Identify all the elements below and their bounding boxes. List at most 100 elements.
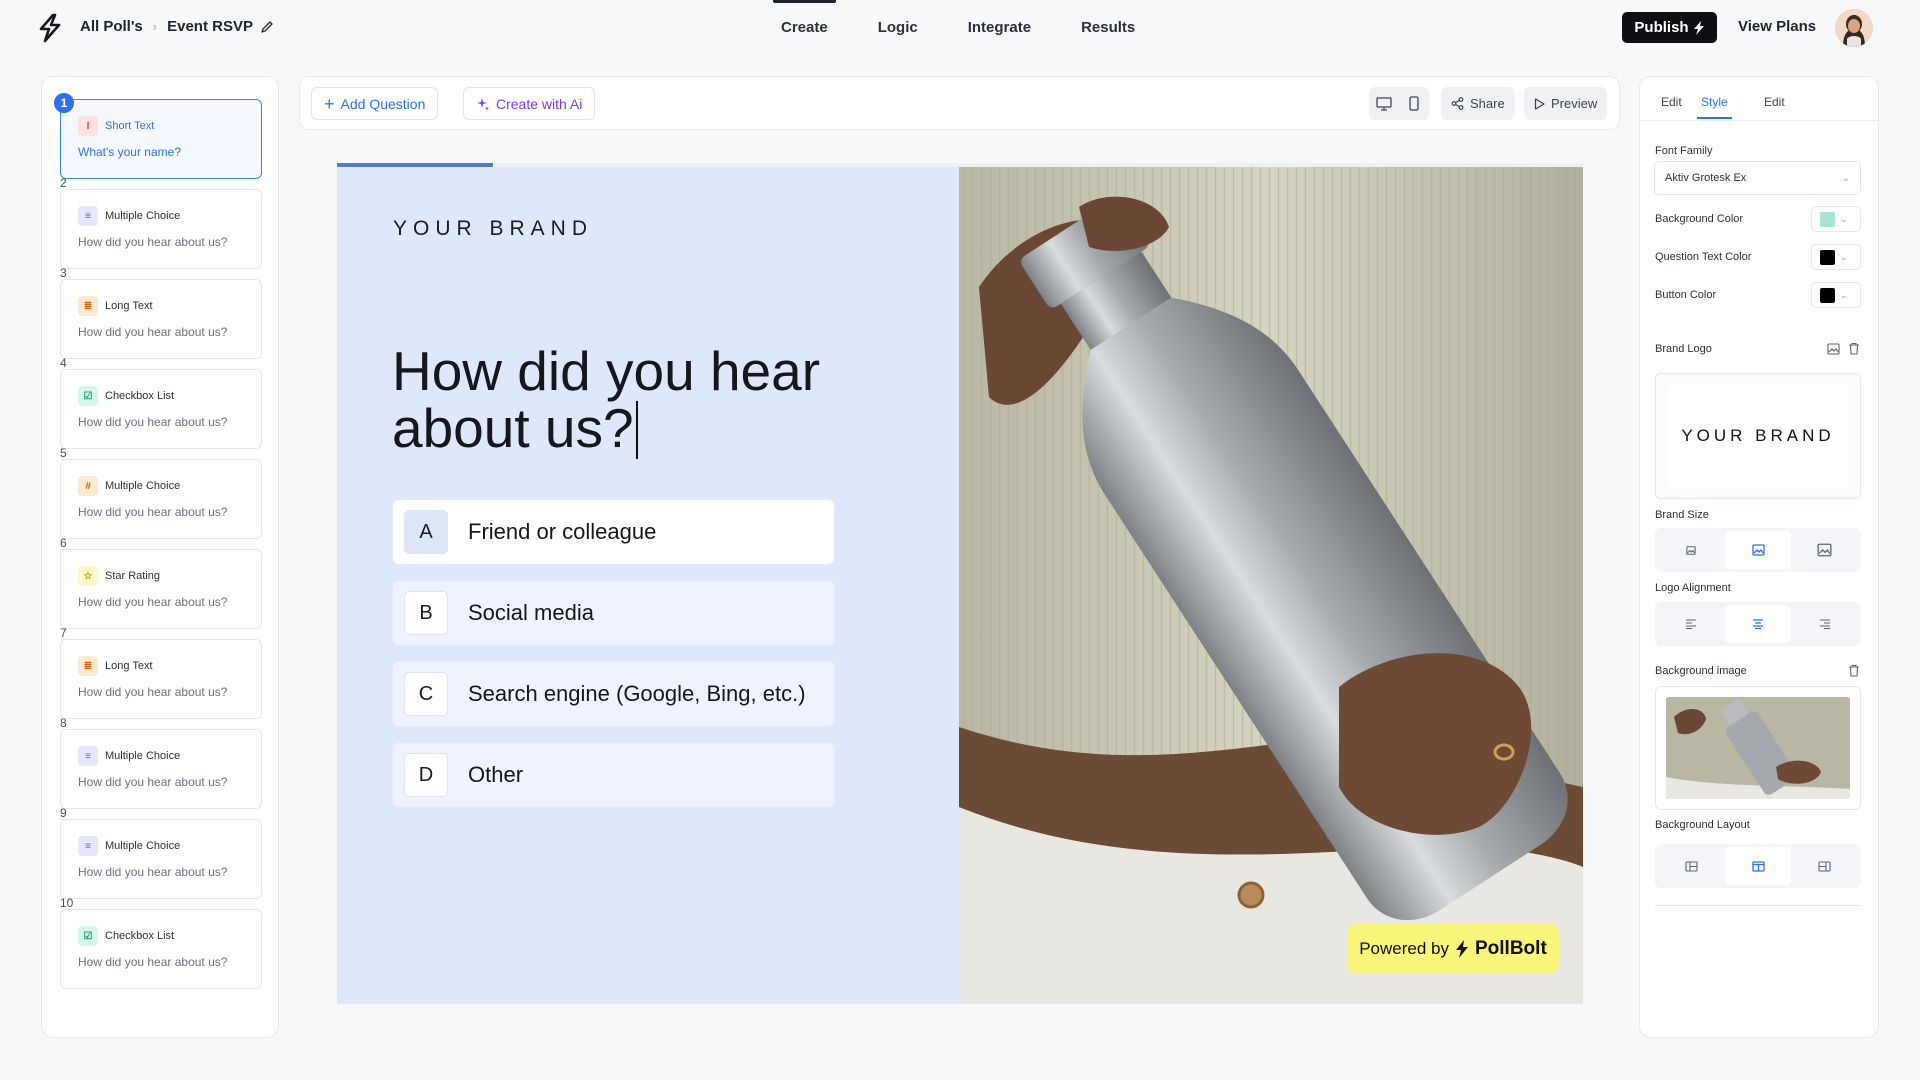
color-chip <box>1820 211 1835 227</box>
question-number: 1 <box>54 93 74 113</box>
question-number: 2 <box>60 176 67 190</box>
brand-size-large-button[interactable] <box>1791 531 1858 569</box>
question-list-item[interactable]: 5 # Multiple Choice How did you hear about … <box>60 446 262 539</box>
option-label: Social media <box>468 600 594 625</box>
share-label: Share <box>1470 96 1505 111</box>
question-type: ☑ Checkbox List <box>78 926 174 946</box>
mobile-view-button[interactable] <box>1399 87 1429 120</box>
view-plans-link[interactable]: View Plans <box>1738 18 1816 35</box>
logo-alignment-selector <box>1655 602 1861 646</box>
powered-by-badge[interactable]: Powered by PollBolt <box>1347 924 1559 974</box>
tab-create[interactable]: Create <box>756 0 853 54</box>
font-family-select[interactable]: Aktiv Grotesk Ex ⌄ <box>1654 161 1861 195</box>
brand-logo-text: YOUR BRAND <box>1668 384 1848 488</box>
question-number: 7 <box>60 626 67 640</box>
question-type-label: Short Text <box>105 120 155 132</box>
text-cursor-icon: I <box>78 116 98 136</box>
question-list-item[interactable]: 7 ≣ Long Text How did you hear about us? <box>60 626 262 719</box>
question-number: 8 <box>60 716 67 730</box>
tab-logic[interactable]: Logic <box>853 0 943 54</box>
list-icon: ≡ <box>78 836 98 856</box>
tab-edit-secondary[interactable]: Edit <box>1764 95 1785 109</box>
align-left-button[interactable] <box>1658 605 1725 643</box>
logo-alignment-label: Logo Alignment <box>1655 582 1731 594</box>
answer-option[interactable]: D Other <box>392 742 835 808</box>
share-button[interactable]: Share <box>1441 87 1515 120</box>
tab-edit[interactable]: Edit <box>1661 95 1682 109</box>
question-list-item[interactable]: 2 ≡ Multiple Choice How did you hear about … <box>60 176 262 269</box>
preview-button[interactable]: Preview <box>1524 87 1608 120</box>
question-list-item[interactable]: 4 ☑ Checkbox List How did you hear about us… <box>60 356 262 449</box>
breadcrumb-root[interactable]: All Poll's <box>80 18 143 35</box>
create-with-ai-button[interactable]: Create with Ai <box>463 87 596 120</box>
align-right-button[interactable] <box>1791 605 1858 643</box>
question-list-item[interactable]: 6 ☆ Star Rating How did you hear about us? <box>60 536 262 629</box>
question-list-item[interactable]: 1 I Short Text What's your name? <box>54 93 262 179</box>
background-thumbnail <box>1666 697 1850 799</box>
play-icon <box>1534 97 1545 110</box>
question-type-label: Multiple Choice <box>105 750 181 762</box>
question-list-item[interactable]: 9 ≡ Multiple Choice How did you hear about … <box>60 806 262 899</box>
question-list-item[interactable]: 10 ☑ Checkbox List How did you hear about u… <box>60 896 262 989</box>
brand-logo-preview[interactable]: YOUR BRAND <box>1655 373 1861 499</box>
option-key: B <box>404 591 448 635</box>
option-label: Search engine (Google, Bing, etc.) <box>468 681 806 706</box>
question-number: 10 <box>60 896 74 910</box>
question-text: How did you hear about us? <box>392 340 821 459</box>
list-icon: ≡ <box>78 206 98 226</box>
button-color-label: Button Color <box>1655 289 1717 301</box>
align-center-button[interactable] <box>1724 605 1792 643</box>
align-right-icon <box>1819 619 1830 629</box>
tab-style[interactable]: Style <box>1697 95 1732 119</box>
question-list-item[interactable]: 8 ≡ Multiple Choice How did you hear about … <box>60 716 262 809</box>
tab-results[interactable]: Results <box>1056 0 1160 54</box>
background-color-picker[interactable]: ⌄ <box>1811 206 1861 232</box>
question-number: 3 <box>60 266 67 280</box>
question-type-label: Checkbox List <box>105 390 175 402</box>
align-center-icon <box>1753 619 1763 629</box>
text-caret <box>635 401 638 459</box>
tab-integrate[interactable]: Integrate <box>943 0 1056 54</box>
background-image-preview[interactable] <box>1655 686 1861 810</box>
pencil-icon[interactable] <box>260 20 274 34</box>
desktop-view-button[interactable] <box>1369 87 1399 120</box>
add-question-button[interactable]: + Add Question <box>311 87 439 120</box>
background-layout-selector <box>1655 844 1861 888</box>
answer-option[interactable]: A Friend or colleague <box>392 499 835 565</box>
chevron-right-icon: › <box>152 19 158 34</box>
option-label: Friend or colleague <box>468 519 657 544</box>
question-number: 6 <box>60 536 67 550</box>
layout-split-button[interactable] <box>1724 847 1792 885</box>
bolt-icon <box>1693 20 1704 35</box>
avatar[interactable] <box>1835 9 1873 47</box>
publish-button[interactable]: Publish <box>1622 12 1717 43</box>
answer-option[interactable]: B Social media <box>392 580 835 646</box>
powered-by-brand: PollBolt <box>1475 938 1547 959</box>
brand-size-medium-button[interactable] <box>1724 531 1792 569</box>
divider <box>1655 905 1861 906</box>
question-list-item[interactable]: 3 ≣ Long Text How did you hear about us? <box>60 266 262 359</box>
editor-toolbar: + Add Question Create with Ai Share Prev… <box>299 76 1620 130</box>
question-title[interactable]: How did you hear about us? <box>392 343 912 459</box>
layout-left-button[interactable] <box>1658 847 1725 885</box>
question-type-label: Multiple Choice <box>105 840 181 852</box>
trash-icon[interactable] <box>1848 342 1860 355</box>
bolt-icon <box>1456 940 1468 958</box>
chevron-down-icon: ⌄ <box>1840 289 1848 300</box>
brand-size-small-button[interactable] <box>1658 531 1725 569</box>
button-color-picker[interactable]: ⌄ <box>1811 282 1861 308</box>
answer-option[interactable]: C Search engine (Google, Bing, etc.) <box>392 661 835 727</box>
breadcrumb-current[interactable]: Event RSVP <box>167 18 253 35</box>
trash-icon[interactable] <box>1848 664 1860 677</box>
layout-right-button[interactable] <box>1791 847 1858 885</box>
powered-by-prefix: Powered by <box>1359 939 1449 958</box>
desktop-icon <box>1376 96 1392 111</box>
bolt-logo-icon[interactable] <box>36 13 64 43</box>
question-text-color-picker[interactable]: ⌄ <box>1811 244 1861 270</box>
mobile-icon <box>1409 96 1419 111</box>
image-upload-icon[interactable] <box>1827 343 1840 355</box>
question-type: # Multiple Choice <box>78 476 180 496</box>
question-type: ≡ Multiple Choice <box>78 836 180 856</box>
background-image-label: Background image <box>1655 665 1747 677</box>
plus-icon: + <box>324 93 335 114</box>
